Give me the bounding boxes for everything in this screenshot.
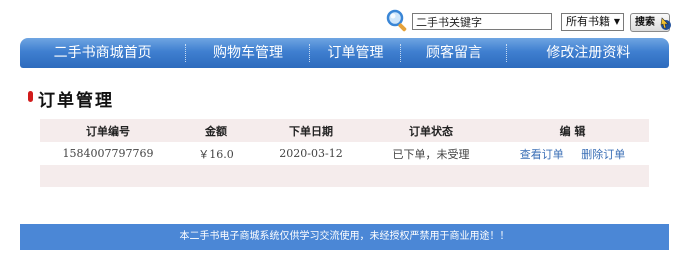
page-title: 订单管理 [38, 91, 114, 111]
pointer-hand-icon [660, 17, 671, 30]
category-select[interactable]: 所有书籍 ▼ [561, 13, 624, 31]
column-header-amount: 金额 [205, 124, 227, 138]
order-date: 2020-03-12 [256, 142, 366, 165]
search-button[interactable]: 搜索 [630, 13, 671, 32]
orders-panel: 订单编号 金额 下单日期 订单状态 编 辑 1584007797769 ￥16.… [40, 119, 649, 187]
table-header-row: 订单编号 金额 下单日期 订单状态 编 辑 [40, 119, 649, 142]
search-button-label: 搜索 [635, 17, 655, 28]
view-order-link[interactable]: 查看订单 [520, 148, 564, 161]
column-header-status: 订单状态 [409, 124, 453, 138]
nav-item-home[interactable]: 二手书商城首页 [20, 38, 185, 68]
nav-item-profile[interactable]: 修改注册资料 [508, 38, 669, 68]
order-number: 1584007797769 [40, 142, 176, 165]
search-input[interactable] [412, 13, 552, 30]
nav-item-orders[interactable]: 订单管理 [311, 38, 401, 68]
chevron-down-icon: ▼ [613, 17, 620, 26]
column-header-date: 下单日期 [289, 124, 333, 138]
column-header-edit: 编 辑 [559, 124, 586, 138]
table-row: 1584007797769 ￥16.0 2020-03-12 已下单，未受理 查… [40, 142, 649, 165]
page: 所有书籍 ▼ 搜索 二手书商城首页 购物车管理 订单管理 顾客留言 修改注册资料… [0, 0, 700, 259]
category-select-value: 所有书籍 [566, 15, 610, 28]
order-status: 已下单，未受理 [366, 142, 496, 165]
order-amount: ￥16.0 [176, 142, 256, 165]
order-actions: 查看订单 删除订单 [496, 142, 649, 165]
footer: 本二手书电子商城系统仅供学习交流使用，未经授权严禁用于商业用途！！ [20, 224, 669, 250]
nav-item-messages[interactable]: 顾客留言 [402, 38, 506, 68]
column-header-order-no: 订单编号 [86, 124, 130, 138]
footer-text: 本二手书电子商城系统仅供学习交流使用，未经授权严禁用于商业用途！！ [179, 231, 510, 242]
magnifier-icon[interactable] [385, 8, 409, 32]
delete-order-link[interactable]: 删除订单 [581, 148, 625, 161]
main-nav: 二手书商城首页 购物车管理 订单管理 顾客留言 修改注册资料 [20, 38, 669, 68]
title-marker-icon [28, 91, 33, 102]
search-bar: 所有书籍 ▼ 搜索 [0, 6, 700, 34]
orders-table: 订单编号 金额 下单日期 订单状态 编 辑 1584007797769 ￥16.… [40, 119, 649, 165]
nav-item-cart[interactable]: 购物车管理 [187, 38, 308, 68]
